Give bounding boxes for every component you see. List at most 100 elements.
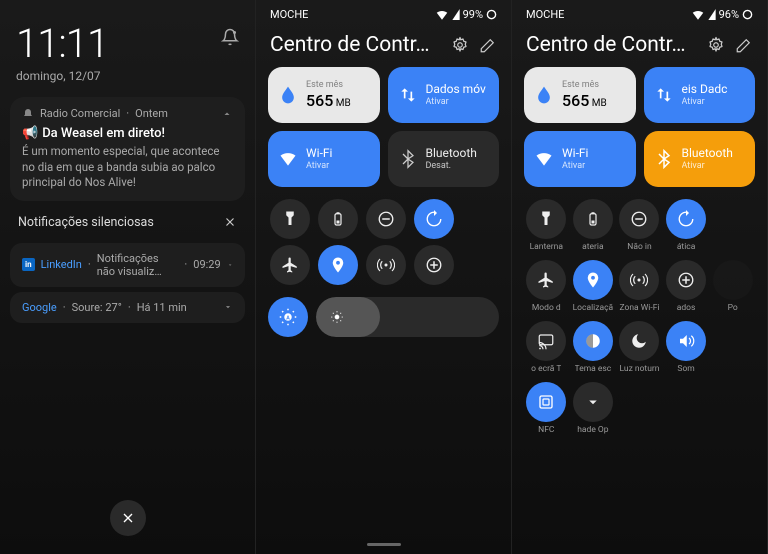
chevron-down-icon[interactable] xyxy=(227,260,233,270)
toggle-label: NFC xyxy=(538,425,554,435)
toggle-label: Som xyxy=(677,364,694,374)
brightness-icon xyxy=(330,310,344,324)
round-grid: Lanterna ateria Não in ática Modo d Localizaç… xyxy=(512,187,767,435)
toggle-night[interactable]: Luz noturn xyxy=(617,321,661,374)
toggle-nfc[interactable]: NFC xyxy=(524,382,568,435)
bluetooth-icon xyxy=(398,149,418,169)
close-icon xyxy=(120,510,136,526)
toggle-airplane[interactable] xyxy=(268,245,312,285)
data-usage-tile[interactable]: Este mês 565 MB xyxy=(524,67,636,123)
toggle-flashlight[interactable]: Lanterna xyxy=(524,199,568,252)
toggle-flashlight[interactable] xyxy=(268,199,312,239)
toggle-add[interactable]: ados xyxy=(664,260,708,313)
toggle-label: Po xyxy=(728,303,738,313)
toggle-label: Modo d xyxy=(532,303,561,313)
toggle-airplane[interactable]: Modo d xyxy=(524,260,568,313)
signal-icon xyxy=(452,9,460,20)
brightness-slider[interactable] xyxy=(316,297,499,337)
toggle-cast[interactable]: o ecrã T xyxy=(524,321,568,374)
auto-brightness-toggle[interactable]: A xyxy=(268,297,308,337)
date: domingo, 12/07 xyxy=(16,69,108,83)
toggle-sound[interactable]: Som xyxy=(664,321,708,374)
toggle-label: Luz noturn xyxy=(619,364,659,374)
notif-when: Ontem xyxy=(135,107,168,120)
auto-brightness-icon: A xyxy=(279,308,297,326)
statusbar: MOCHE 99% xyxy=(256,0,511,29)
chevron-up-icon[interactable] xyxy=(221,108,233,120)
control-center-expanded: MOCHE 96% Centro de Contr… Este mês 565 … xyxy=(512,0,768,554)
battery-percent: 96% xyxy=(719,8,739,21)
toggle-location[interactable] xyxy=(316,245,360,285)
gear-icon[interactable] xyxy=(707,36,725,54)
toggle-label: Tema esc xyxy=(575,364,612,374)
toggle-theme[interactable]: Tema esc xyxy=(571,321,615,374)
data-usage-tile[interactable]: Este mês 565 MB xyxy=(268,67,380,123)
carrier: MOCHE xyxy=(526,8,564,21)
wifi-icon xyxy=(534,149,554,169)
mobile-data-tile[interactable]: eis DadcAtivar xyxy=(644,67,756,123)
cc-header: Centro de Contr… xyxy=(256,29,511,67)
wifi-icon xyxy=(278,149,298,169)
notification-card[interactable]: Radio Comercial · Ontem 📢Da Weasel em di… xyxy=(10,97,245,201)
mobile-data-icon xyxy=(654,85,674,105)
signal-icon xyxy=(708,9,716,20)
wifi-icon xyxy=(691,9,705,20)
toggle-blank2[interactable]: Po xyxy=(711,260,755,313)
mobile-data-tile[interactable]: Dados móvAtivar xyxy=(388,67,500,123)
clock: 11:11 xyxy=(16,20,108,67)
chevron-down-icon[interactable] xyxy=(223,302,233,312)
bluetooth-tile[interactable]: BluetoothAtivar xyxy=(644,131,756,187)
notif-body: É um momento especial, que acontece no d… xyxy=(22,144,233,191)
wifi-tile[interactable]: Wi-FiAtivar xyxy=(524,131,636,187)
tile-grid: Este mês 565 MB eis DadcAtivar Wi-FiAtiv… xyxy=(512,67,767,187)
cc-title: Centro de Contr… xyxy=(270,33,441,57)
clear-all-button[interactable] xyxy=(110,500,146,536)
toggle-label: Lanterna xyxy=(530,242,563,252)
toggle-hotspot[interactable] xyxy=(364,245,408,285)
lockscreen: 11:11 domingo, 12/07 Radio Comercial · O… xyxy=(0,0,256,554)
notif-text: Soure: 27° xyxy=(72,301,122,314)
toggle-label: hade Op xyxy=(577,425,608,435)
edit-icon[interactable] xyxy=(479,36,497,54)
toggle-dnd[interactable]: Não in xyxy=(617,199,661,252)
control-center-compact: MOCHE 99% Centro de Contr… Este mês 565 … xyxy=(256,0,512,554)
toggle-label: Localizaçã xyxy=(573,303,614,313)
bluetooth-tile[interactable]: BluetoothDesat. xyxy=(388,131,500,187)
gear-icon[interactable] xyxy=(451,36,469,54)
toggle-dnd[interactable] xyxy=(364,199,408,239)
toggle-rotate[interactable]: ática xyxy=(664,199,708,252)
toggle-battery[interactable]: ateria xyxy=(571,199,615,252)
statusbar: MOCHE 96% xyxy=(512,0,767,29)
toggle-battery[interactable] xyxy=(316,199,360,239)
notif-when: Há 11 min xyxy=(137,301,187,314)
toggle-label: o ecrã T xyxy=(531,364,561,374)
toggle-label: Não in xyxy=(627,242,651,252)
toggle-rotate[interactable] xyxy=(412,199,456,239)
notif-app: Radio Comercial xyxy=(40,107,120,120)
toggle-label: ática xyxy=(677,242,696,252)
toggle-hotspot[interactable]: Zona Wi-Fi xyxy=(617,260,661,313)
mobile-data-icon xyxy=(398,85,418,105)
linkedin-icon: in xyxy=(22,258,35,271)
drag-handle[interactable] xyxy=(367,543,401,546)
edit-icon[interactable] xyxy=(735,36,753,54)
toggle-label: ados xyxy=(677,303,696,313)
toggle-expand[interactable]: hade Op xyxy=(571,382,615,435)
close-icon[interactable] xyxy=(223,215,237,229)
notif-time: 09:29 xyxy=(193,258,220,271)
notification-google[interactable]: Google · Soure: 27° · Há 11 min xyxy=(10,292,245,323)
bell-icon xyxy=(22,108,34,120)
wifi-tile[interactable]: Wi-FiAtivar xyxy=(268,131,380,187)
round-grid xyxy=(256,187,511,285)
toggle-add[interactable] xyxy=(412,245,456,285)
wifi-icon xyxy=(435,9,449,20)
battery-percent: 99% xyxy=(463,8,483,21)
toggle-location[interactable]: Localizaçã xyxy=(571,260,615,313)
notif-app: LinkedIn xyxy=(41,258,82,271)
cc-title: Centro de Contr… xyxy=(526,33,697,57)
notification-linkedin[interactable]: in LinkedIn · Notificações não visualiz…… xyxy=(10,243,245,287)
notif-title: 📢Da Weasel em direto! xyxy=(22,126,233,141)
tile-grid: Este mês 565 MB Dados móvAtivar Wi-FiAti… xyxy=(256,67,511,187)
toggle-label: ateria xyxy=(582,242,603,252)
bluetooth-icon xyxy=(654,149,674,169)
